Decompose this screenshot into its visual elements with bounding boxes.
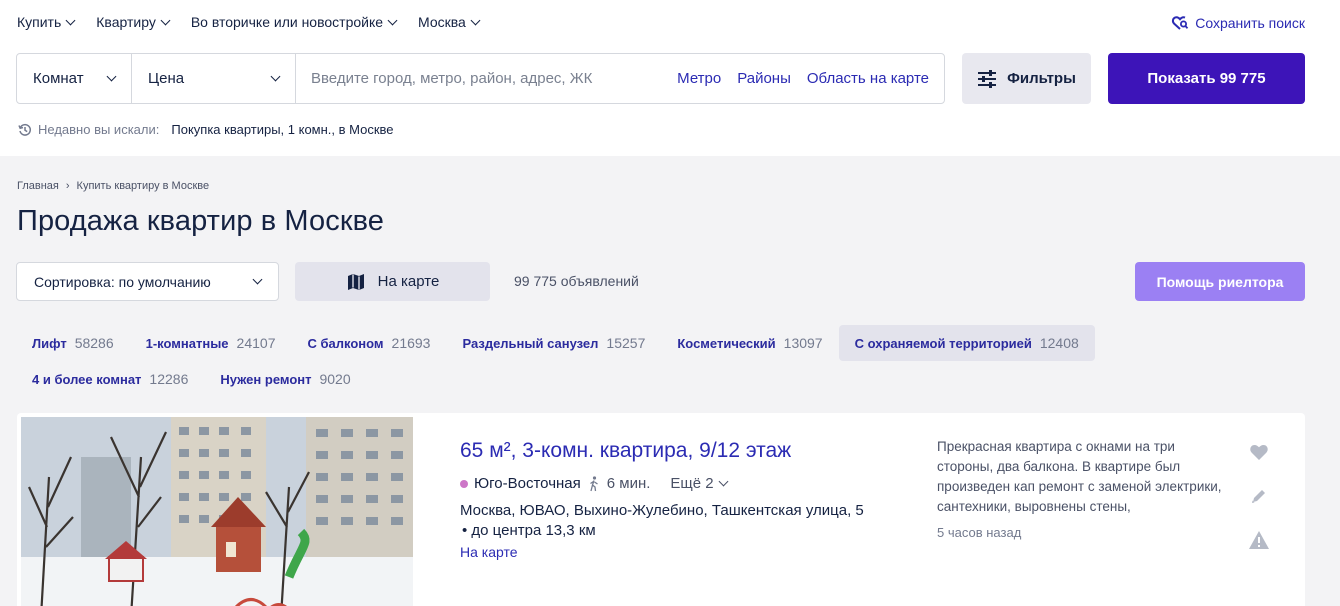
heart-search-icon — [1172, 16, 1189, 30]
tag-elevator[interactable]: Лифт 58286 — [16, 325, 130, 361]
heart-icon — [1250, 444, 1268, 460]
filters-button[interactable]: Фильтры — [962, 53, 1091, 104]
pencil-icon — [1252, 490, 1265, 503]
chevron-down-icon — [65, 15, 76, 25]
top-nav: Купить Квартиру Во вторичке или новостро… — [17, 14, 481, 30]
listing-photo-image — [21, 417, 413, 606]
tag-guarded-territory[interactable]: С охраняемой территорией 12408 — [838, 325, 1095, 361]
listing-card[interactable]: 65 м², 3-комн. квартира, 9/12 этаж Юго-В… — [17, 413, 1305, 606]
breadcrumb-buy-flat[interactable]: Купить квартиру в Москве — [77, 180, 210, 192]
show-on-map-button[interactable]: На карте — [295, 262, 490, 301]
tag-one-room[interactable]: 1-комнатные 24107 — [130, 325, 292, 361]
history-icon — [18, 123, 32, 136]
page-title: Продажа квартир в Москве — [17, 205, 385, 237]
realtor-help-button[interactable]: Помощь риелтора — [1135, 262, 1305, 301]
metro-line-dot — [460, 479, 468, 488]
map-icon — [347, 273, 364, 290]
sort-dropdown[interactable]: Сортировка: по умолчанию — [16, 262, 279, 301]
tag-needs-repair[interactable]: Нужен ремонт 9020 — [204, 361, 366, 397]
listing-title[interactable]: 65 м², 3-комн. квартира, 9/12 этаж — [460, 439, 791, 463]
tag-separate-bathroom[interactable]: Раздельный санузел 15257 — [446, 325, 661, 361]
metro-link[interactable]: Метро — [677, 70, 721, 87]
breadcrumb-separator: › — [65, 180, 70, 192]
object-type-dropdown[interactable]: Квартиру — [96, 14, 171, 30]
tag-cosmetic-repair[interactable]: Косметический 13097 — [661, 325, 838, 361]
listing-actions — [1248, 441, 1270, 551]
building-type-dropdown[interactable]: Во вторичке или новостройке — [191, 14, 398, 30]
metro-info: Юго-Восточная 6 мин. Ещё 2 — [460, 475, 729, 492]
tag-four-plus-rooms[interactable]: 4 и более комнат 12286 — [16, 361, 204, 397]
save-search-link[interactable]: Сохранить поиск — [1171, 14, 1305, 32]
chevron-down-icon — [106, 71, 117, 82]
address-link[interactable]: Москва, ЮВАО, Выхино-Жулебино, Ташкентск… — [460, 501, 900, 521]
chevron-down-icon — [270, 71, 281, 82]
deal-type-dropdown[interactable]: Купить — [17, 14, 76, 30]
quick-filter-tags: Лифт 58286 1-комнатные 24107 С балконом 216… — [16, 325, 1126, 397]
tag-balcony[interactable]: С балконом 21693 — [291, 325, 446, 361]
breadcrumb-home[interactable]: Главная — [17, 180, 59, 192]
results-count: 99 775 объявлений — [514, 273, 639, 289]
sliders-icon — [978, 69, 997, 88]
breadcrumb: Главная › Купить квартиру в Москве — [17, 180, 209, 192]
listing-address: Москва, ЮВАО, Выхино-Жулебино, Ташкентск… — [460, 501, 900, 541]
chevron-down-icon — [470, 15, 481, 25]
search-bar: Комнат Цена Метро Районы Область на карт… — [16, 53, 945, 104]
chevron-down-icon — [160, 15, 171, 25]
chevron-down-icon — [718, 476, 729, 487]
region-dropdown[interactable]: Москва — [418, 14, 481, 30]
walking-icon — [589, 475, 598, 491]
more-metro-toggle[interactable]: Ещё 2 — [670, 475, 729, 492]
recent-searches: Недавно вы искали: Покупка квартиры, 1 к… — [18, 122, 394, 137]
map-area-link[interactable]: Область на карте — [807, 70, 929, 87]
listing-map-link[interactable]: На карте — [460, 544, 518, 560]
listing-time: 5 часов назад — [937, 525, 1022, 540]
recent-search-link[interactable]: Покупка квартиры, 1 комн., в Москве — [171, 122, 393, 137]
rooms-dropdown[interactable]: Комнат — [17, 54, 132, 103]
listing-description: Прекрасная квартира с окнами на три стор… — [937, 439, 1222, 514]
favorite-button[interactable] — [1248, 441, 1270, 463]
show-results-button[interactable]: Показать 99 775 — [1108, 53, 1305, 104]
listing-photo[interactable] — [21, 417, 413, 606]
top-panel: Купить Квартиру Во вторичке или новостро… — [0, 0, 1340, 156]
chevron-down-icon — [387, 15, 398, 25]
walk-time: 6 мин. — [606, 475, 651, 492]
search-links: Метро Районы Область на карте — [677, 70, 944, 87]
warning-icon — [1249, 531, 1269, 549]
add-note-button[interactable] — [1248, 485, 1270, 507]
distance-to-center: • до центра 13,3 км — [462, 522, 596, 539]
chevron-down-icon — [252, 274, 263, 285]
price-dropdown[interactable]: Цена — [132, 54, 296, 103]
location-search-input[interactable] — [296, 70, 678, 87]
districts-link[interactable]: Районы — [737, 70, 791, 87]
metro-station[interactable]: Юго-Восточная — [474, 475, 581, 492]
report-button[interactable] — [1248, 529, 1270, 551]
